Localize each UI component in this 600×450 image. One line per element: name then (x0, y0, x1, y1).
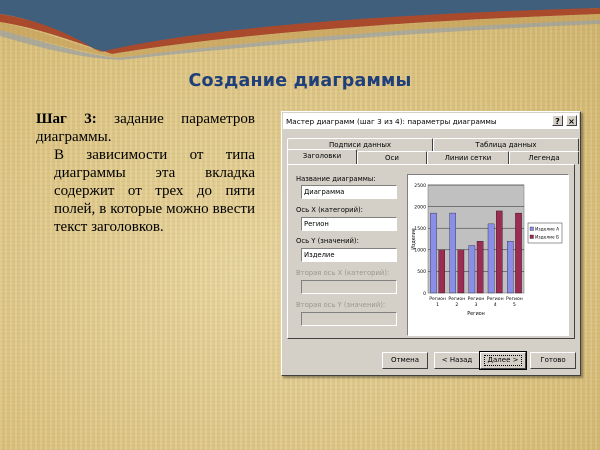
tab-legend[interactable]: Легенда (509, 151, 579, 164)
chart-preview-svg: 25002000150010005000Регион1Регион2Регион… (411, 183, 563, 317)
chart-title-label: Название диаграммы: (296, 175, 376, 183)
x-axis-input[interactable]: Регион (301, 217, 397, 231)
finish-button[interactable]: Готово (530, 352, 576, 369)
secondary-x-axis-label: Вторая ось X (категорий): (296, 269, 390, 277)
x-tick-label-line1: Регион (506, 296, 523, 302)
slide-body-text: Шаг 3: задание параметров диаграммы. В з… (36, 110, 255, 236)
x-tick-label-line2: 5 (513, 302, 516, 308)
y-tick-label: 500 (417, 269, 426, 275)
y-axis-title: Изделие (411, 228, 417, 250)
legend-entry: Изделие А (535, 226, 559, 232)
x-tick-label-line2: 3 (475, 302, 478, 308)
x-axis-label: Ось X (категорий): (296, 206, 363, 214)
bar (496, 210, 503, 294)
step-label: Шаг 3: (36, 111, 97, 127)
x-tick-label-line1: Регион (468, 296, 485, 302)
bar (430, 212, 437, 294)
chart-preview: 2500 2000 1500 1000 500 0 Регион 1 Регион 2 Регион… (407, 174, 569, 336)
step-paragraph: В зависимости от типа диаграммы эта вкла… (54, 147, 255, 235)
close-icon[interactable]: × (566, 115, 577, 126)
dialog-titlebar[interactable]: Мастер диаграмм (шаг 3 из 4): параметры … (283, 113, 579, 129)
x-tick-label-line2: 1 (436, 302, 439, 308)
legend-swatch (529, 226, 534, 231)
x-tick-label-line2: 2 (455, 302, 458, 308)
secondary-x-axis-input (301, 280, 397, 294)
x-tick-label-line1: Регион (448, 296, 465, 302)
x-tick-label-line1: Регион (429, 296, 446, 302)
next-button[interactable]: Далее > (479, 351, 527, 370)
dialog-title: Мастер диаграмм (шаг 3 из 4): параметры … (286, 116, 497, 126)
y-axis-input[interactable]: Изделие (301, 248, 397, 262)
bar (507, 241, 514, 294)
x-tick-label-line2: 4 (494, 302, 497, 308)
titles-tab-panel: Название диаграммы: Диаграмма Ось X (кат… (287, 164, 575, 339)
header-swoosh (0, 0, 600, 60)
tab-data-table[interactable]: Таблица данных (433, 138, 579, 151)
bar (515, 212, 522, 294)
slide-title: Создание диаграммы (188, 71, 412, 91)
bar (457, 249, 465, 294)
bar (438, 249, 445, 294)
bar (468, 245, 476, 294)
legend-entry: Изделие Б (535, 234, 559, 240)
bar (476, 241, 484, 294)
secondary-y-axis-label: Вторая ось Y (значений): (296, 301, 386, 309)
back-button[interactable]: < Назад (434, 352, 480, 369)
y-tick-label: 2500 (414, 183, 426, 189)
y-tick-label: 2000 (414, 204, 426, 210)
x-axis-title: Регион (467, 311, 485, 317)
legend-swatch (529, 234, 534, 239)
tab-titles[interactable]: Заголовки (287, 149, 357, 164)
chart-title-input[interactable]: Диаграмма (301, 185, 397, 199)
bar (449, 212, 456, 294)
tab-gridlines[interactable]: Линии сетки (427, 151, 509, 164)
y-axis-label: Ось Y (значений): (296, 237, 359, 245)
cancel-button[interactable]: Отмена (382, 352, 428, 369)
y-tick-label: 0 (423, 291, 426, 297)
tab-axes[interactable]: Оси (357, 151, 427, 164)
chart-wizard-dialog: Мастер диаграмм (шаг 3 из 4): параметры … (281, 111, 581, 376)
next-button-label: Далее > (483, 355, 523, 366)
bar (487, 223, 495, 294)
tab-row-front: Заголовки Оси Линии сетки Легенда (287, 149, 579, 164)
step-description: Шаг 3: задание параметров диаграммы. (36, 110, 255, 146)
secondary-y-axis-input (301, 312, 397, 326)
help-icon[interactable]: ? (552, 115, 563, 126)
x-tick-label-line1: Регион (487, 296, 504, 302)
